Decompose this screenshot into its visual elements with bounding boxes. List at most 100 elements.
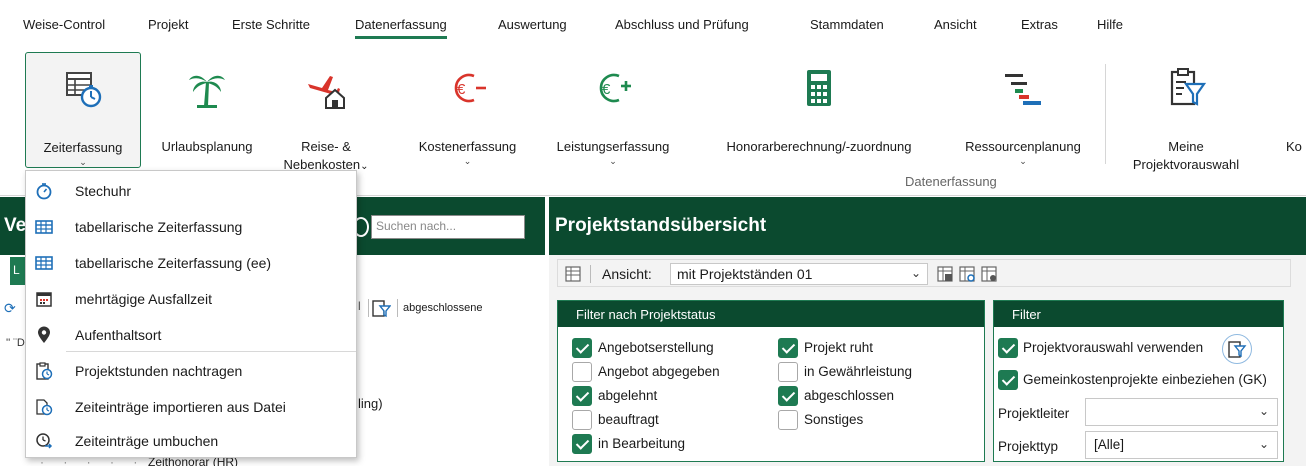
menu-item-zeiteintraege-umbuchen[interactable]: Zeiteinträge umbuchen — [26, 423, 356, 458]
menu-item-mehrtaegige-ausfallzeit[interactable]: mehrtägige Ausfallzeit — [26, 281, 356, 316]
menu-extras[interactable]: Extras — [1021, 17, 1058, 32]
menu-item-label: Aufenthaltsort — [75, 327, 162, 343]
checkbox-angebot-abgegeben[interactable] — [572, 362, 592, 382]
checkbox-label: in Bearbeitung — [598, 436, 686, 451]
menu-item-stechuhr[interactable]: Stechuhr — [26, 173, 356, 208]
projektleiter-select[interactable]: ⌄ — [1085, 398, 1278, 426]
kostenerfassung-button[interactable]: € Kostenerfassung ⌄ — [405, 52, 530, 168]
chevron-down-icon: ⌄ — [1258, 404, 1269, 418]
view-toolbar: Ansicht: mit Projektständen 01 ⌄ — [557, 259, 1291, 287]
chevron-down-icon: ⌄ — [79, 157, 87, 167]
menu-stammdaten[interactable]: Stammdaten — [810, 17, 884, 32]
zeiterfassung-button[interactable]: Zeiterfassung ⌄ — [25, 52, 141, 168]
view-select[interactable]: mit Projektständen 01 ⌄ — [670, 263, 928, 285]
view-label: Ansicht: — [602, 266, 652, 282]
menu-item-tabellarische-zeiterfassung-ee[interactable]: tabellarische Zeiterfassung (ee) — [26, 245, 356, 280]
clipboard-clock-icon — [36, 362, 53, 380]
checkbox-projekt-ruht[interactable] — [778, 338, 798, 358]
ressourcenplanung-label: Ressourcenplanung — [965, 139, 1081, 154]
checkbox-angebotserstellung[interactable] — [572, 338, 592, 358]
clipboard-filter-icon — [1228, 341, 1247, 358]
chevron-down-icon: ⌄ — [609, 156, 617, 166]
reise-nebenkosten-button[interactable]: Reise- & Nebenkosten⌄ — [280, 52, 372, 172]
clipboard-filter-icon[interactable] — [371, 298, 391, 318]
toolbar-separator — [368, 299, 369, 317]
ribbon-separator — [1105, 64, 1106, 164]
reise-label-line1: Reise- & — [301, 139, 351, 154]
search-input[interactable]: Suchen nach... — [371, 215, 525, 239]
menu-item-label: Zeiteinträge importieren aus Datei — [75, 399, 286, 415]
ribbon-group-label: Datenerfassung — [905, 174, 997, 189]
timesheet-stopwatch-icon — [66, 72, 102, 108]
checkbox-in-bearbeitung[interactable] — [572, 434, 592, 454]
menu-item-label: Projektstunden nachtragen — [75, 363, 243, 379]
kostenerfassung-label: Kostenerfassung — [418, 139, 517, 154]
urlaubsplanung-label: Urlaubsplanung — [161, 139, 253, 154]
grid-settings-icon[interactable] — [564, 265, 582, 283]
chevron-down-icon: ⌄ — [910, 266, 921, 280]
urlaubsplanung-button[interactable]: Urlaubsplanung — [148, 52, 266, 168]
right-panel: Projektstandsübersicht Ansicht: mit Proj… — [549, 197, 1306, 466]
menu-datenerfassung[interactable]: Datenerfassung — [355, 17, 447, 39]
menu-hilfe[interactable]: Hilfe — [1097, 17, 1123, 32]
checkbox-label: Angebot abgegeben — [598, 364, 720, 379]
checkbox-abgelehnt[interactable] — [572, 386, 592, 406]
checkbox-label: beauftragt — [598, 412, 659, 427]
checkbox-beauftragt[interactable] — [572, 410, 592, 430]
checkbox-gemeinkostenprojekte[interactable] — [998, 370, 1018, 390]
projekttyp-select[interactable]: [Alle] ⌄ — [1085, 431, 1278, 459]
calendar-icon — [36, 292, 52, 307]
menu-item-label: Stechuhr — [75, 183, 132, 199]
menu-auswertung[interactable]: Auswertung — [498, 17, 567, 32]
honorarberechnung-button[interactable]: Honorarberechnung/-zuordnung — [697, 52, 941, 168]
checkbox-sonstiges[interactable] — [778, 410, 798, 430]
chevron-down-icon: ⌄ — [1019, 156, 1027, 166]
checkbox-projektvorauswahl-verwenden[interactable] — [998, 338, 1018, 358]
chevron-down-icon: ⌄ — [463, 156, 472, 166]
table-icon — [35, 220, 53, 234]
menu-item-aufenthaltsort[interactable]: Aufenthaltsort — [26, 317, 356, 352]
menu-erste-schritte[interactable]: Erste Schritte — [232, 17, 310, 32]
euro-plus-icon: € — [599, 73, 631, 103]
checkbox-abgeschlossen[interactable] — [778, 386, 798, 406]
menu-item-zeiteintraege-importieren[interactable]: Zeiteinträge importieren aus Datei — [26, 389, 356, 424]
zeiterfassung-dropdown: Stechuhr tabellarische Zeiterfassung tab… — [25, 170, 357, 458]
stopwatch-icon — [36, 183, 52, 200]
clipped-ribbon-label: Ko — [1286, 139, 1302, 154]
tree-fragment: '' ¨D — [6, 337, 25, 349]
menu-item-projektstunden-nachtragen[interactable]: Projektstunden nachtragen — [26, 353, 356, 388]
menu-abschluss-und-pruefung[interactable]: Abschluss und Prüfung — [615, 17, 749, 32]
toolbar-separator — [590, 265, 591, 283]
menu-projekt[interactable]: Projekt — [148, 17, 188, 32]
ressourcenplanung-button[interactable]: Ressourcenplanung ⌄ — [950, 52, 1096, 168]
calculator-icon — [807, 70, 831, 106]
checkbox-label: Angebotserstellung — [598, 340, 714, 355]
grid-save-icon[interactable] — [936, 265, 954, 283]
projektvorauswahl-button[interactable] — [1222, 334, 1252, 364]
status-filter-title: Filter nach Projektstatus — [558, 301, 984, 327]
abgeschlossene-toggle[interactable]: abgeschlossene — [403, 302, 483, 314]
palm-tree-icon — [189, 75, 225, 108]
checkbox-label: in Gewährleistung — [804, 364, 913, 379]
view-select-value: mit Projektständen 01 — [677, 266, 813, 282]
tree-node-fragment[interactable]: ling) — [358, 396, 383, 411]
refresh-icon[interactable]: ⟳ — [4, 300, 16, 317]
leistungserfassung-button[interactable]: € Leistungserfassung ⌄ — [544, 52, 682, 168]
meine-projektvorauswahl-button[interactable]: Meine Projektvorauswahl — [1116, 52, 1256, 172]
grid-reset-icon[interactable] — [958, 265, 976, 283]
clipped-ribbon-button[interactable]: Ko — [1286, 52, 1306, 168]
menu-separator — [66, 351, 356, 352]
left-panel-title: Ve — [4, 215, 27, 236]
svg-text:€: € — [457, 81, 466, 98]
projektleiter-label: Projektleiter — [998, 406, 1070, 421]
menu-bar: Weise-Control Projekt Erste Schritte Dat… — [0, 0, 1306, 44]
checkbox-in-gewaehrleistung[interactable] — [778, 362, 798, 382]
grid-options-icon[interactable] — [980, 265, 998, 283]
menu-ansicht[interactable]: Ansicht — [934, 17, 977, 32]
menu-weise-control[interactable]: Weise-Control — [23, 17, 105, 32]
clock-arrow-icon — [36, 433, 53, 449]
right-panel-header: Projektstandsübersicht — [549, 197, 1306, 255]
menu-item-tabellarische-zeiterfassung[interactable]: tabellarische Zeiterfassung — [26, 209, 356, 244]
filter-box: Filter Projektvorauswahl verwenden Gemei… — [993, 300, 1284, 462]
checkbox-label: Projekt ruht — [804, 340, 874, 355]
